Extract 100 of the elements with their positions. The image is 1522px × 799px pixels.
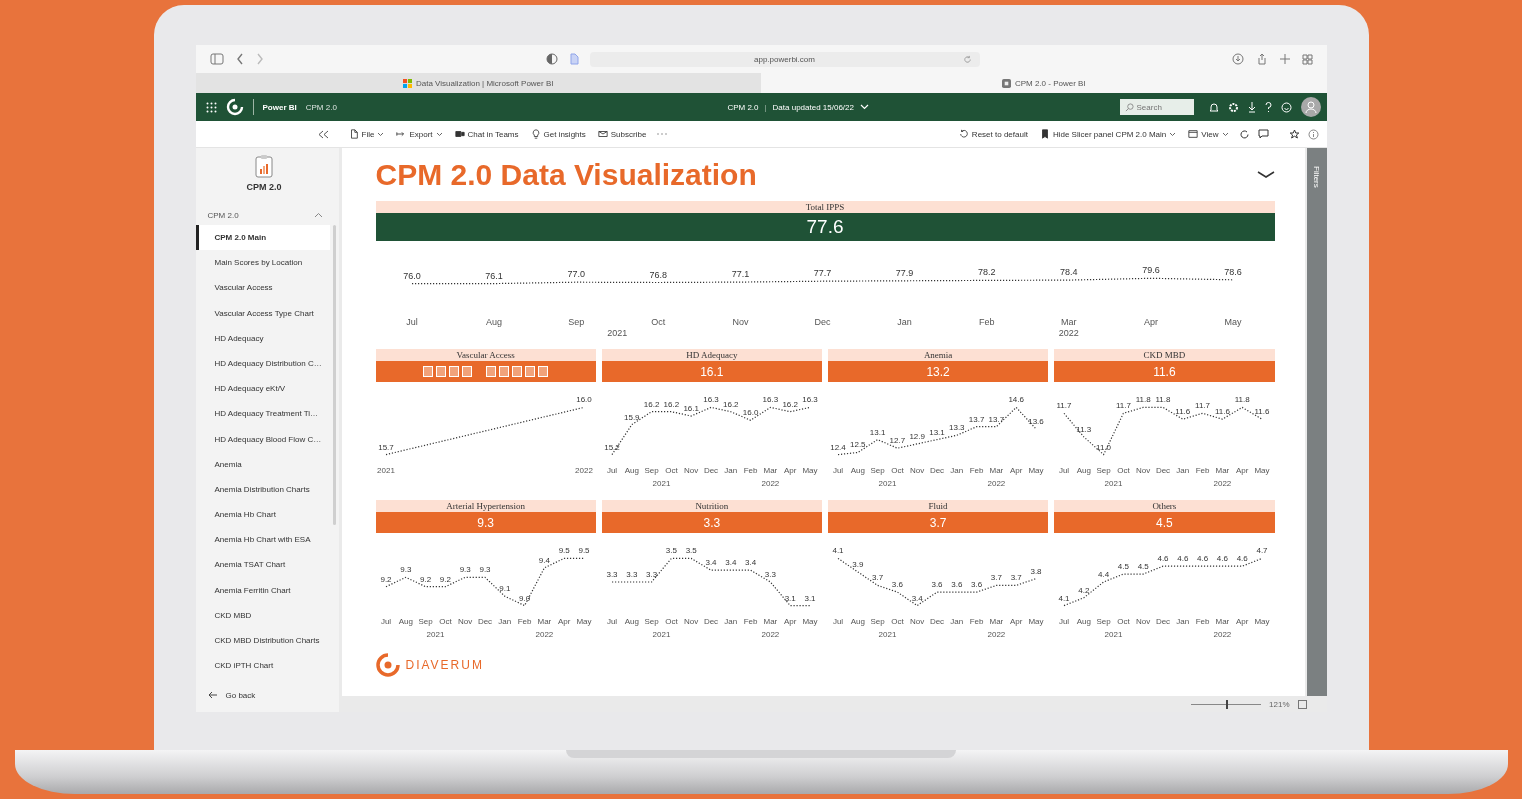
axis-label: Jan: [497, 617, 511, 626]
visual-header-icon[interactable]: [486, 366, 497, 377]
bell-icon[interactable]: [1208, 101, 1219, 113]
axis-label: Jan: [896, 317, 912, 327]
axis-label: May: [802, 617, 818, 626]
fit-page-icon[interactable]: [1297, 699, 1307, 709]
sidebar-item[interactable]: HD Adequacy eKt/V: [195, 376, 330, 402]
data-updated-text[interactable]: Data updated 15/06/22: [772, 102, 854, 112]
toolbar-button[interactable]: Get insights: [528, 128, 588, 140]
sidebar-item[interactable]: CKD MBD: [195, 602, 330, 628]
data-label: 11.8: [1234, 395, 1250, 405]
sidebar-item[interactable]: CPM 2.0 Main: [195, 225, 330, 251]
plus-icon[interactable]: [1279, 54, 1290, 64]
sidebar-item[interactable]: CKD iPTH Chart: [195, 653, 330, 679]
axis-label: Jul: [1059, 466, 1070, 475]
filters-pane[interactable]: Filters: [1306, 148, 1327, 696]
sidebar-item[interactable]: Main Scores by Location: [195, 250, 330, 276]
toolbar-button[interactable]: View: [1186, 128, 1231, 140]
data-label: 4.6: [1157, 554, 1169, 564]
axis-label: 2021: [1104, 630, 1123, 639]
help-icon[interactable]: [1264, 101, 1272, 113]
go-back-link[interactable]: Go back: [195, 684, 339, 706]
toolbar-button[interactable]: File: [346, 128, 387, 140]
sidebar-item[interactable]: HD Adequacy Distribution C…: [195, 350, 330, 377]
share-icon[interactable]: [1255, 53, 1268, 65]
toolbar-button[interactable]: Reset to default: [956, 128, 1030, 140]
toolbar-button[interactable]: Hide Slicer panel CPM 2.0 Main: [1037, 128, 1179, 140]
sidebar-item[interactable]: Anemia Distribution Charts: [195, 476, 330, 503]
visual-header-icon[interactable]: [436, 366, 447, 377]
envelope-icon: [597, 129, 608, 139]
data-label: 3.4: [705, 558, 717, 568]
data-label: 77.0: [566, 269, 585, 280]
search-field[interactable]: Search: [1119, 99, 1194, 115]
sidebar-item[interactable]: Anemia: [195, 451, 330, 477]
smiley-icon[interactable]: [1280, 101, 1292, 113]
browser-tab[interactable]: Data Visualization | Microsoft Power BI: [195, 73, 761, 93]
report-name: CPM 2.0: [727, 102, 759, 112]
sidebar-item[interactable]: Vascular Access Type Chart: [195, 300, 330, 326]
visual-header-icon[interactable]: [538, 366, 549, 377]
grid-icon[interactable]: [1301, 53, 1313, 65]
sidebar-toggle-icon[interactable]: [209, 53, 224, 65]
star-icon[interactable]: [1288, 128, 1300, 140]
axis-label: Mar: [763, 466, 778, 475]
sidebar-item[interactable]: Anemia Hb Chart with ESA: [195, 527, 330, 553]
axis-label: Jan: [950, 466, 964, 475]
axis-label: Sep: [644, 466, 659, 475]
axis-label: Nov: [1136, 617, 1151, 626]
app-launcher-icon[interactable]: [205, 101, 217, 113]
separator-text: |: [764, 102, 767, 112]
settings-icon[interactable]: [1227, 101, 1239, 113]
axis-label: Jan: [950, 617, 964, 626]
comment-icon[interactable]: [1257, 128, 1269, 140]
axis-label: Mar: [1215, 466, 1230, 475]
axis-label: Apr: [1236, 617, 1249, 626]
workspace-name[interactable]: CPM 2.0: [305, 102, 337, 112]
back-icon[interactable]: [235, 53, 244, 65]
toolbar-button[interactable]: Chat in Teams: [452, 128, 521, 140]
card-header: Fluid: [828, 500, 1049, 512]
scrollbar[interactable]: [332, 225, 336, 525]
axis-label: Nov: [731, 317, 748, 327]
data-label: 16.2: [722, 399, 739, 409]
sidebar-item[interactable]: CKD MBD Distribution Charts: [195, 628, 330, 654]
section-header[interactable]: CPM 2.0: [195, 208, 339, 222]
visual-header-icon[interactable]: [462, 366, 473, 377]
data-label: 9.2: [419, 574, 431, 584]
visual-header-icon[interactable]: [423, 366, 434, 377]
chevron-down-icon[interactable]: [1256, 171, 1275, 179]
address-bar[interactable]: app.powerbi.com: [589, 51, 980, 67]
visual-header-icon[interactable]: [449, 366, 460, 377]
data-label: 11.6: [1215, 407, 1231, 417]
download-icon[interactable]: [1231, 53, 1244, 65]
sidebar-item[interactable]: HD Adequacy: [195, 325, 330, 351]
info-icon[interactable]: [1307, 128, 1319, 140]
axis-label: Aug: [1076, 617, 1092, 626]
axis-label: 2021: [1104, 479, 1123, 488]
visual-header-icon[interactable]: [525, 366, 536, 377]
sidebar-item[interactable]: HD Adequacy Treatment Ti…: [195, 401, 330, 427]
refresh-icon[interactable]: [1238, 128, 1250, 140]
toolbar-button[interactable]: Subscribe: [595, 128, 649, 140]
sidebar-item[interactable]: Anemia TSAT Chart: [195, 552, 330, 578]
bookmark-icon: [1039, 129, 1050, 139]
axis-label: Aug: [398, 617, 413, 626]
sidebar-item[interactable]: HD Adequacy Blood Flow C…: [195, 426, 330, 452]
extension-icon[interactable]: [567, 53, 580, 65]
data-label: 9.2: [379, 574, 392, 584]
product-name[interactable]: Power BI: [262, 102, 297, 112]
browser-tab[interactable]: CPM 2.0 - Power BI: [761, 73, 1327, 93]
logo-icon: [225, 98, 244, 116]
avatar-icon[interactable]: [1300, 97, 1321, 117]
visual-header-icon[interactable]: [512, 366, 523, 377]
sidebar-item[interactable]: Anemia Hb Chart: [195, 502, 330, 528]
collapse-icon[interactable]: [317, 129, 329, 139]
axis-label: Jul: [832, 617, 844, 626]
sidebar-item[interactable]: Vascular Access: [195, 275, 330, 301]
axis-label: Jul: [405, 317, 418, 327]
sidebar-item[interactable]: Anemia Ferritin Chart: [195, 577, 330, 603]
toolbar-button[interactable]: Export: [394, 128, 445, 140]
axis-label: 2022: [1213, 479, 1232, 488]
axis-label: Dec: [1156, 466, 1171, 475]
visual-header-icon[interactable]: [499, 366, 510, 377]
